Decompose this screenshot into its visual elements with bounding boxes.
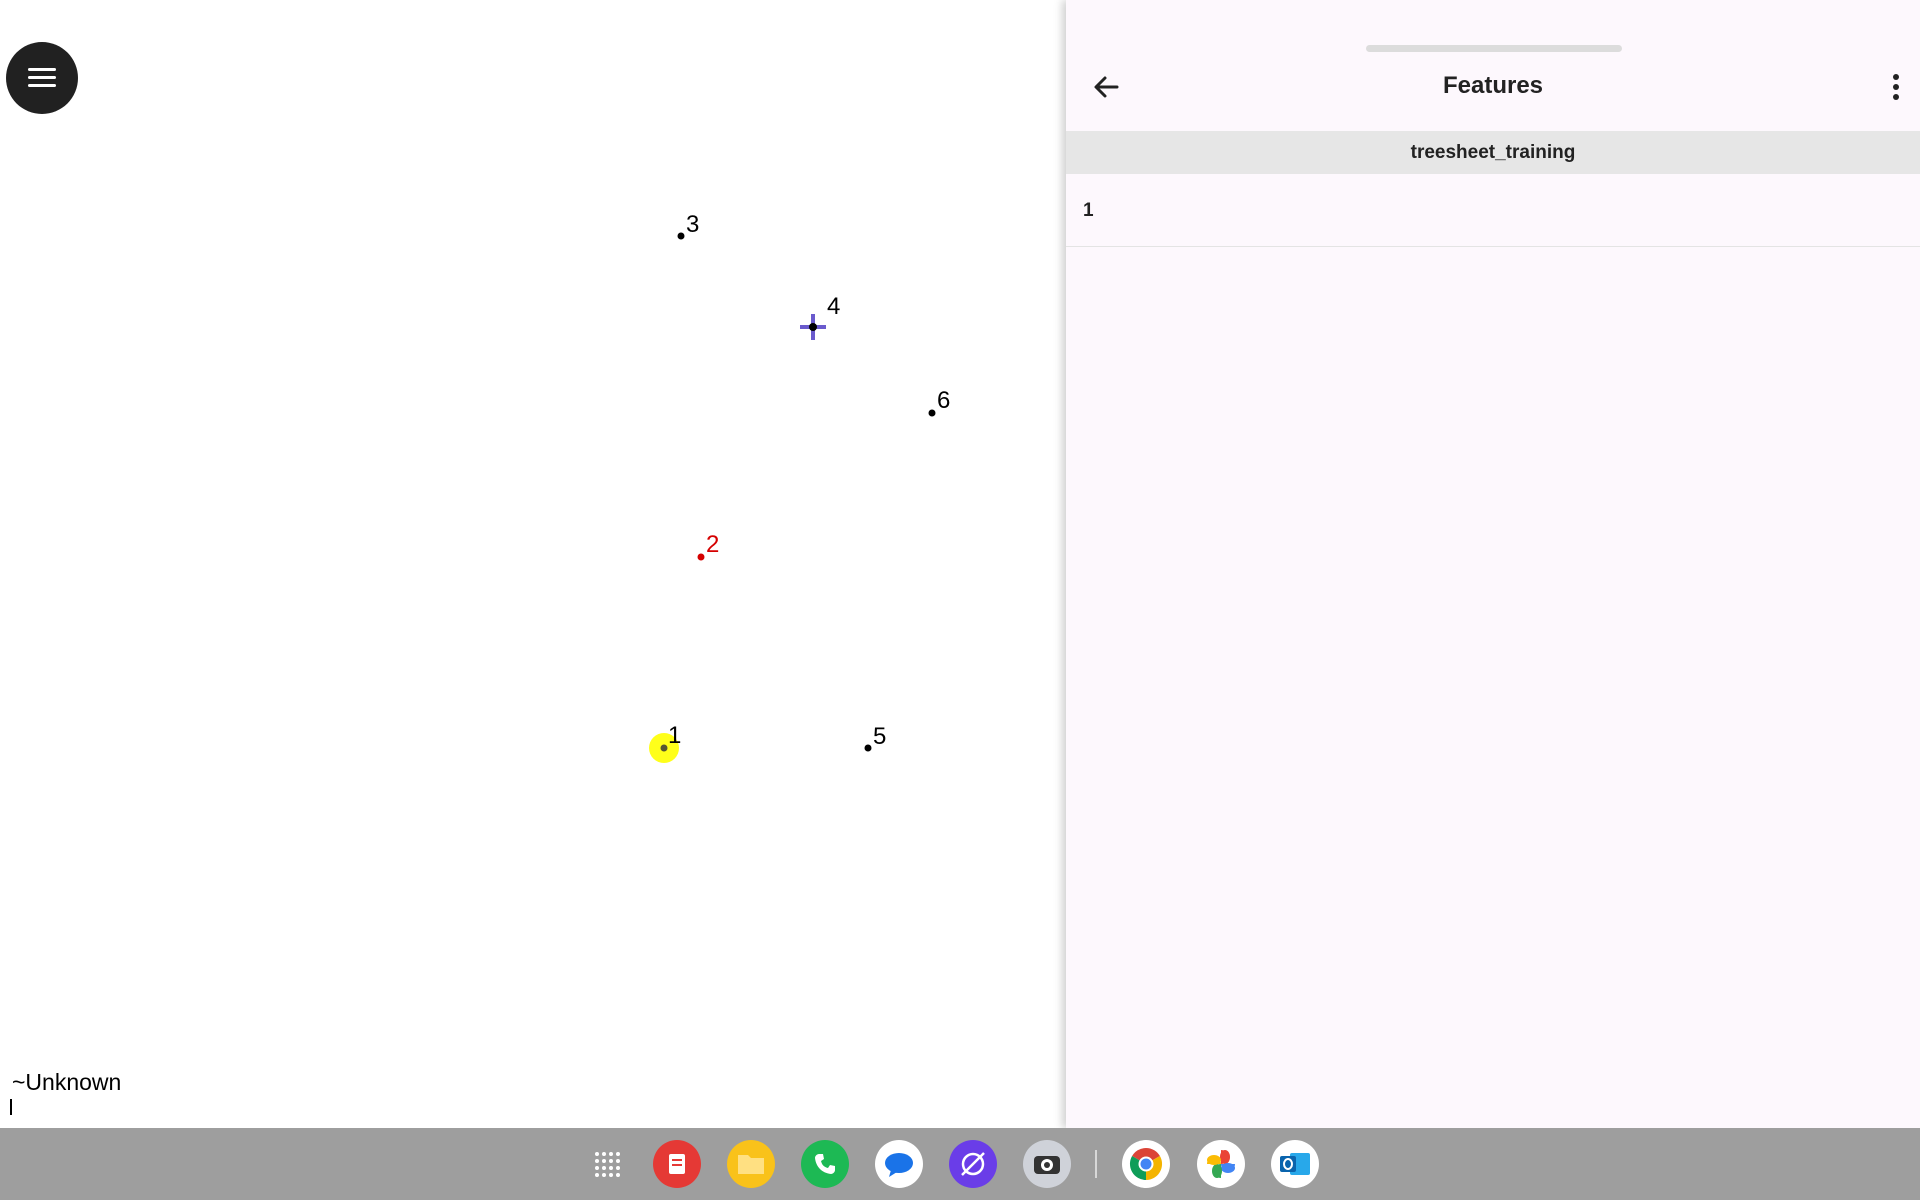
map-point-2[interactable] xyxy=(697,553,705,561)
notes-app-icon[interactable] xyxy=(653,1140,701,1188)
feature-list-item[interactable]: 1 xyxy=(1066,175,1920,247)
map-point-label-6: 6 xyxy=(937,387,951,414)
map-point-label-2: 2 xyxy=(706,531,720,558)
files-app-icon[interactable] xyxy=(727,1140,775,1188)
phone-app-icon[interactable] xyxy=(801,1140,849,1188)
feature-label: 1 xyxy=(1083,200,1094,221)
map-canvas[interactable]: 1 2 3 4 5 6 ~Unknown xyxy=(0,0,1066,1128)
layer-group-header: treesheet_training xyxy=(1066,131,1920,174)
taskbar xyxy=(0,1128,1920,1200)
text-cursor xyxy=(10,1099,12,1115)
map-point-label-1: 1 xyxy=(668,722,682,749)
map-point-6[interactable] xyxy=(928,409,936,417)
outlook-app-icon[interactable] xyxy=(1271,1140,1319,1188)
photos-app-icon[interactable] xyxy=(1197,1140,1245,1188)
panel-drag-handle[interactable] xyxy=(1366,45,1622,52)
chrome-app-icon[interactable] xyxy=(1122,1140,1170,1188)
dock-separator xyxy=(1095,1150,1097,1178)
crosshair-icon[interactable] xyxy=(800,314,826,340)
accuracy-status-text: ~Unknown xyxy=(12,1069,122,1095)
messages-app-icon[interactable] xyxy=(875,1140,923,1188)
more-options-icon[interactable] xyxy=(1876,67,1916,107)
map-point-1[interactable] xyxy=(660,744,668,752)
panel-title: Features xyxy=(1442,72,1544,99)
menu-button[interactable] xyxy=(6,42,78,114)
browser-app-icon[interactable] xyxy=(949,1140,997,1188)
panel-header: Features xyxy=(1066,60,1920,114)
features-panel: Features treesheet_training 1 xyxy=(1066,0,1920,1128)
hamburger-icon xyxy=(28,68,56,88)
app-drawer-icon[interactable] xyxy=(583,1140,631,1188)
map-point-label-4: 4 xyxy=(827,293,841,320)
map-point-5[interactable] xyxy=(864,744,872,752)
map-point-3[interactable] xyxy=(677,232,685,240)
map-point-label-5: 5 xyxy=(873,723,887,750)
map-point-label-3: 3 xyxy=(686,211,700,238)
camera-app-icon[interactable] xyxy=(1023,1140,1071,1188)
